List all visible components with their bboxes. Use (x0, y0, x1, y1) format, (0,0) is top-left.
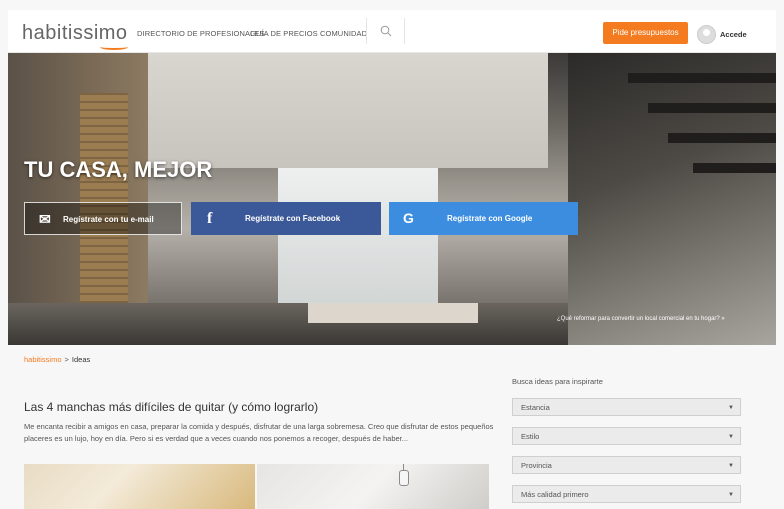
hero-banner (8, 53, 776, 345)
select-estancia[interactable]: Estancia ▼ (512, 398, 741, 416)
stair-step (648, 103, 776, 113)
lamp-icon (399, 470, 409, 486)
register-email-label: Regístrate con tu e-mail (63, 215, 154, 224)
pide-presupuestos-button[interactable]: Pide presupuestos (603, 22, 688, 44)
hero-caption-link[interactable]: ¿Qué reformar para convertir un local co… (557, 316, 725, 322)
register-email-button[interactable]: ✉ Regístrate con tu e-mail (24, 202, 182, 235)
chevron-down-icon: ▼ (728, 434, 734, 440)
logo-text: habitissimo (22, 22, 128, 44)
select-ordenar-value: Más calidad primero (521, 490, 589, 499)
nav-divider (366, 18, 367, 44)
register-google-button[interactable]: G Regístrate con Google (389, 202, 578, 235)
user-avatar-icon[interactable] (697, 25, 716, 44)
facebook-icon: f (207, 210, 213, 227)
nav-divider (404, 18, 405, 44)
hero-table (308, 303, 478, 323)
hero-staircase (568, 53, 776, 345)
filters-label: Busca ideas para inspirarte (512, 377, 603, 386)
logo-swoosh (100, 44, 128, 50)
stair-step (693, 163, 776, 173)
article-title[interactable]: Las 4 manchas más difíciles de quitar (y… (24, 400, 318, 414)
select-estilo[interactable]: Estilo ▼ (512, 427, 741, 445)
google-icon: G (403, 210, 414, 226)
article-image-left[interactable] (24, 464, 255, 509)
chevron-down-icon: ▼ (728, 463, 734, 469)
envelope-icon: ✉ (39, 211, 51, 227)
login-link[interactable]: Accede (720, 30, 747, 39)
breadcrumb: habitissimo > Ideas (24, 355, 90, 364)
chevron-down-icon: ▼ (728, 492, 734, 498)
stair-step (628, 73, 776, 83)
select-estancia-value: Estancia (521, 403, 550, 412)
breadcrumb-separator: > (64, 355, 69, 364)
breadcrumb-current: Ideas (71, 355, 91, 364)
hero-window (278, 168, 438, 318)
select-ordenar[interactable]: Más calidad primero ▼ (512, 485, 741, 503)
site-header: habitissimo DIRECTORIO DE PROFESIONALES … (8, 10, 776, 53)
register-facebook-button[interactable]: f Regístrate con Facebook (191, 202, 381, 235)
search-icon[interactable] (380, 25, 392, 37)
habitissimo-logo[interactable]: habitissimo (22, 22, 128, 50)
hero-ceiling (128, 53, 548, 168)
select-provincia-value: Provincia (521, 461, 552, 470)
nav-directorio[interactable]: DIRECTORIO DE PROFESIONALES (137, 29, 265, 38)
register-facebook-label: Regístrate con Facebook (245, 214, 341, 223)
article-excerpt: Me encanta recibir a amigos en casa, pre… (24, 422, 494, 443)
select-provincia[interactable]: Provincia ▼ (512, 456, 741, 474)
chevron-down-icon: ▼ (728, 405, 734, 411)
breadcrumb-home[interactable]: habitissimo (24, 355, 62, 364)
hero-title: TU CASA, MEJOR (24, 157, 213, 182)
stair-step (668, 133, 776, 143)
top-strip (0, 0, 784, 10)
nav-comunidad[interactable]: COMUNIDAD (320, 29, 367, 38)
select-estilo-value: Estilo (521, 432, 540, 441)
nav-guia-precios[interactable]: GUÍA DE PRECIOS (250, 29, 318, 38)
article-image-right[interactable] (257, 464, 489, 509)
register-google-label: Regístrate con Google (447, 214, 533, 223)
